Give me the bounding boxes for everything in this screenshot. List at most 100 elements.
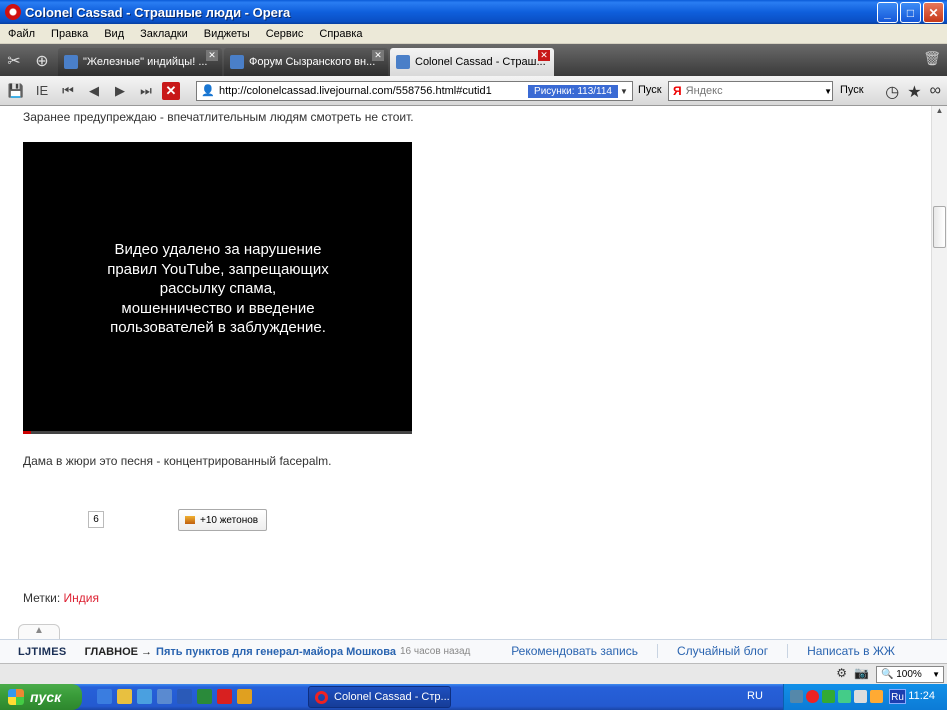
window-title: Colonel Cassad - Страшные люди - Opera [25, 4, 291, 20]
clock: 11:24 [908, 690, 935, 702]
coins-icon [185, 516, 195, 524]
tokens-button[interactable]: +10 жетонов [178, 509, 267, 531]
menu-tools[interactable]: Сервис [258, 28, 312, 40]
new-tab-icon[interactable]: ⊕ [28, 46, 56, 76]
excel-icon[interactable] [197, 689, 212, 704]
search-input[interactable] [685, 85, 825, 97]
url-text[interactable]: http://colonelcassad.livejournal.com/558… [219, 85, 528, 97]
page-content: Заранее предупреждаю - впечатлительным л… [0, 106, 931, 639]
taskbar: пуск Colonel Cassad - Стр... RU Ru 11:24 [0, 684, 947, 710]
opera-tray-icon[interactable] [806, 690, 819, 703]
lj-user-icon [396, 55, 410, 69]
ie-icon[interactable] [97, 689, 112, 704]
start-button[interactable]: пуск [0, 684, 82, 710]
tab-colonel-cassad[interactable]: Colonel Cassad - Страш... ✕ [390, 48, 554, 76]
status-bar: ⚙ 📷 🔍 100% ▼ [0, 663, 947, 684]
update-icon[interactable] [838, 690, 851, 703]
network-icon[interactable] [790, 690, 803, 703]
address-toolbar: 💾 IE ⏮ ◀ ▶ ⏭ ✕ 👤 http://colonelcassad.li… [0, 76, 947, 106]
yandex-icon: Я [673, 84, 682, 98]
ljtimes-logo[interactable]: LJTIMES [18, 646, 67, 658]
save-icon[interactable]: 💾 [6, 81, 26, 101]
forward-icon[interactable]: ▶ [110, 81, 130, 101]
opera-logo-icon [5, 4, 21, 20]
menu-edit[interactable]: Правка [43, 28, 96, 40]
video-progress [23, 431, 31, 434]
desktop-icon[interactable] [137, 689, 152, 704]
comment-text: Дама в жюри это песня - концентрированны… [23, 454, 332, 468]
go-button[interactable]: Пуск [638, 84, 662, 96]
menu-file[interactable]: Файл [0, 28, 43, 40]
search-go-button[interactable]: Пуск [840, 84, 864, 96]
maximize-button[interactable]: □ [900, 2, 921, 23]
chevron-down-icon[interactable]: ▼ [824, 87, 832, 96]
volume-icon[interactable] [870, 690, 883, 703]
search-box[interactable]: Я ▼ [668, 81, 833, 101]
ljtimes-headline[interactable]: Пять пунктов для генерал-майора Мошкова [156, 646, 396, 658]
tab-close-icon[interactable]: ✕ [206, 50, 218, 61]
scroll-thumb[interactable] [933, 206, 946, 248]
tools-menu-icon[interactable]: ✂ [0, 46, 28, 76]
tab-zheleznye[interactable]: "Железные" индийцы! ... ✕ [58, 48, 222, 76]
menu-view[interactable]: Вид [96, 28, 132, 40]
shield-icon[interactable] [822, 690, 835, 703]
url-field[interactable]: 👤 http://colonelcassad.livejournal.com/5… [196, 81, 633, 101]
folder-icon[interactable] [117, 689, 132, 704]
language-indicator[interactable]: RU [747, 690, 763, 702]
word-icon[interactable] [177, 689, 192, 704]
lj-user-icon: 👤 [201, 85, 215, 97]
fast-forward-icon[interactable]: ⏭ [136, 81, 156, 101]
recommend-link[interactable]: Рекомендовать запись [492, 644, 657, 658]
clock-icon[interactable]: ◷ [885, 82, 899, 102]
tags-label: Метки: [23, 591, 61, 605]
camera-icon[interactable]: 📷 [854, 666, 869, 680]
scroll-up-icon[interactable]: ▲ [932, 106, 947, 122]
mail-icon[interactable] [237, 689, 252, 704]
taskbar-opera-window[interactable]: Colonel Cassad - Стр... [308, 686, 451, 708]
write-lj-link[interactable]: Написать в ЖЖ [787, 644, 914, 658]
chevron-down-icon[interactable]: ▼ [932, 670, 940, 679]
k-icon[interactable] [854, 690, 867, 703]
video-player[interactable]: Видео удалено за нарушение правил YouTub… [23, 142, 412, 434]
glasses-icon[interactable]: ∞ [930, 82, 941, 102]
close-button[interactable]: ✕ [923, 2, 944, 23]
minimize-button[interactable]: _ [877, 2, 898, 23]
menu-bookmarks[interactable]: Закладки [132, 28, 196, 40]
tab-bar: ✂ ⊕ "Железные" индийцы! ... ✕ Форум Сызр… [0, 44, 947, 76]
chevron-up-icon[interactable]: ▲ [18, 624, 60, 639]
plugin-icon[interactable]: ⚙ [836, 666, 847, 680]
intro-text: Заранее предупреждаю - впечатлительным л… [23, 110, 414, 124]
trash-icon[interactable]: 🗑 [923, 50, 941, 67]
zoom-control[interactable]: 🔍 100% ▼ [876, 666, 944, 683]
menu-help[interactable]: Справка [311, 28, 370, 40]
back-icon[interactable]: ◀ [84, 81, 104, 101]
title-bar: Colonel Cassad - Страшные люди - Opera _… [0, 0, 947, 24]
system-tray: Ru 11:24 [783, 684, 947, 710]
tags-line: Метки: Индия [23, 591, 99, 605]
ljtimes-bar: LJTIMES ГЛАВНОЕ → Пять пунктов для генер… [0, 639, 947, 663]
messenger-icon[interactable] [157, 689, 172, 704]
menu-widgets[interactable]: Виджеты [196, 28, 258, 40]
stop-icon[interactable]: ✕ [162, 81, 180, 100]
vertical-scrollbar[interactable]: ▲ [931, 106, 947, 639]
tab-close-icon[interactable]: ✕ [372, 50, 384, 61]
tab-close-icon[interactable]: ✕ [538, 50, 550, 61]
video-removed-message: Видео удалено за нарушение правил YouTub… [107, 241, 329, 336]
tag-link[interactable]: Индия [64, 591, 99, 605]
random-blog-link[interactable]: Случайный блог [656, 644, 787, 658]
tokens-label: +10 жетонов [200, 514, 259, 526]
tab-forum[interactable]: Форум Сызранского вн... ✕ [224, 48, 388, 76]
ljtimes-main-label: ГЛАВНОЕ → [84, 645, 153, 658]
chevron-down-icon[interactable]: ▼ [620, 87, 632, 96]
opera-icon[interactable] [217, 689, 232, 704]
windows-logo-icon [8, 689, 24, 705]
ljtimes-time: 16 часов назад [400, 646, 471, 657]
rewind-icon[interactable]: ⏮ [58, 81, 78, 101]
magnifier-icon: 🔍 [881, 669, 897, 680]
ie-button[interactable]: IE [32, 81, 52, 101]
star-icon[interactable]: ★ [907, 82, 921, 102]
forum-icon [230, 55, 244, 69]
like-count: 6 [88, 511, 104, 528]
tray-language-icon[interactable]: Ru [889, 689, 906, 704]
opera-icon [315, 690, 328, 704]
